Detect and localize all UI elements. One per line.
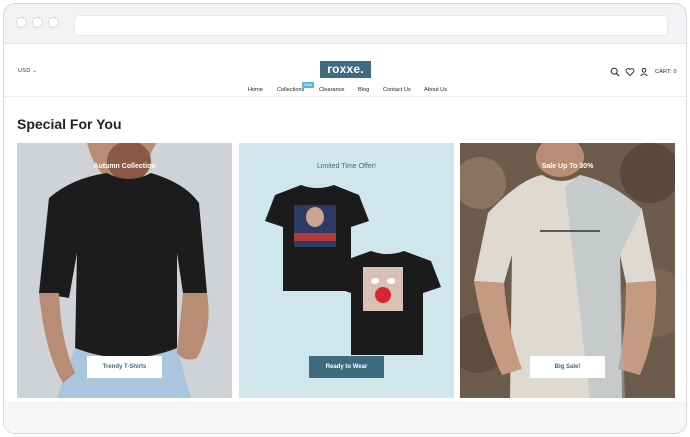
- window-close-dot[interactable]: [16, 17, 27, 28]
- nav-item-clearance[interactable]: Clearance: [319, 87, 345, 93]
- card-title: Sale Up To 30%: [541, 163, 594, 170]
- big-sale-button[interactable]: Big Sale!: [530, 356, 605, 378]
- browser-window: USD ⌄ roxxe. Sale Home Collections Cleara…: [3, 3, 687, 434]
- nav-item-about-us[interactable]: About Us: [424, 87, 447, 93]
- heart-icon[interactable]: [625, 67, 635, 77]
- site-logo[interactable]: roxxe.: [320, 61, 371, 78]
- search-icon[interactable]: [610, 67, 620, 77]
- card-title: Autumn Collection: [93, 163, 156, 170]
- browser-chrome: [4, 4, 686, 44]
- promo-card-sale[interactable]: Sale Up To 30% Big Sale!: [460, 143, 675, 398]
- address-bar[interactable]: [74, 15, 668, 36]
- user-icon[interactable]: [639, 67, 649, 77]
- section-title: Special For You: [17, 116, 122, 132]
- currency-selector[interactable]: USD ⌄: [18, 68, 37, 74]
- nav-item-blog[interactable]: Blog: [358, 87, 369, 93]
- ready-to-wear-button[interactable]: Ready to Wear: [309, 356, 384, 378]
- site-header: USD ⌄ roxxe. Sale Home Collections Cleara…: [4, 45, 686, 97]
- cart-link[interactable]: CART: 0: [655, 69, 677, 75]
- card-title: Limited Time Offer!: [316, 163, 376, 170]
- window-maximize-dot[interactable]: [48, 17, 59, 28]
- nav-item-home[interactable]: Home: [248, 87, 263, 93]
- nav-item-contact-us[interactable]: Contact Us: [383, 87, 411, 93]
- window-minimize-dot[interactable]: [32, 17, 43, 28]
- promo-card-autumn[interactable]: Autumn Collection Trendy T-Shirts: [17, 143, 232, 398]
- promo-card-limited[interactable]: Limited Time Offer! Ready to Wear: [239, 143, 454, 398]
- nav-item-collections[interactable]: Collections: [277, 87, 304, 93]
- page-footer-strip: [4, 401, 686, 433]
- currency-label: USD: [18, 68, 31, 74]
- storefront-page: USD ⌄ roxxe. Sale Home Collections Cleara…: [4, 45, 686, 433]
- trendy-tshirts-button[interactable]: Trendy T-Shirts: [87, 356, 162, 378]
- chevron-down-icon: ⌄: [32, 68, 38, 74]
